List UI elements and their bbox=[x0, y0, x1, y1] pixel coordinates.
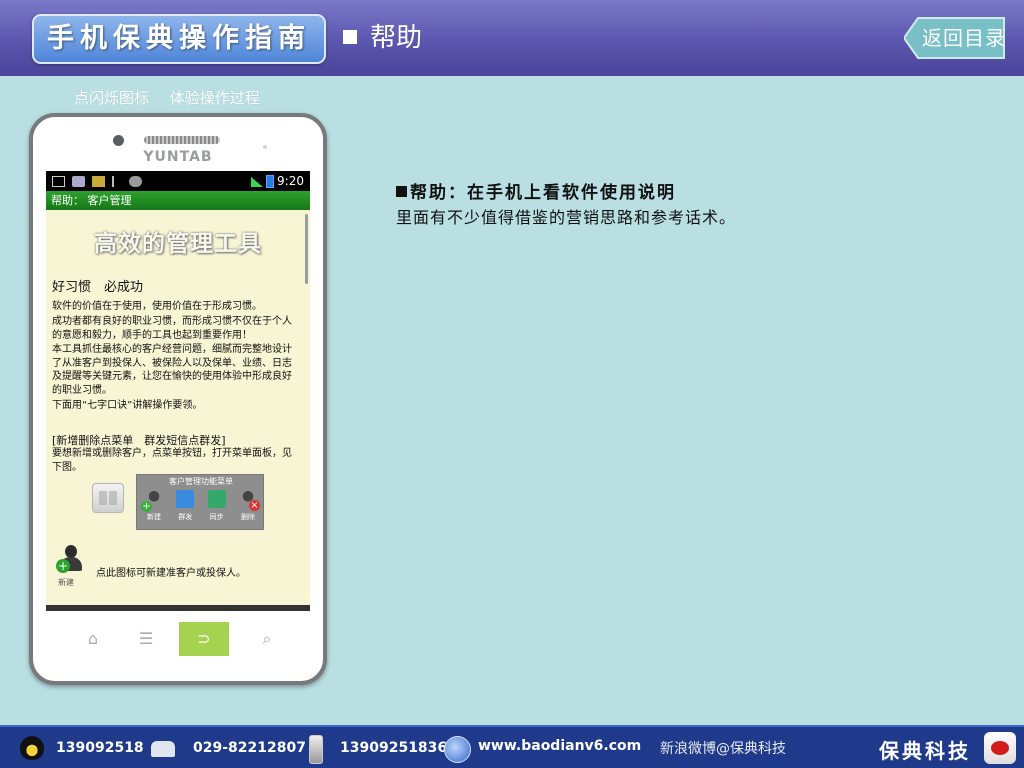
brand-name: 保典科技 bbox=[879, 739, 971, 763]
mobile-number: 13909251836 bbox=[340, 740, 448, 756]
section-bullet-icon bbox=[343, 30, 357, 44]
title-bullet-icon bbox=[396, 186, 407, 197]
menu-item-delete[interactable]: 删除 bbox=[235, 490, 261, 522]
hint-text: 点闪烁图标 体验操作过程 bbox=[74, 88, 276, 108]
qq-icon bbox=[20, 736, 44, 760]
function-menu-panel: 客户管理功能菜单 新建 群发 同步 bbox=[136, 474, 264, 530]
sync-icon bbox=[207, 490, 226, 508]
section-title: 帮助 bbox=[370, 23, 423, 53]
status-right: 9:20 bbox=[251, 173, 304, 189]
menu-icon[interactable]: ☰ bbox=[128, 622, 164, 656]
home-icon[interactable]: ⌂ bbox=[75, 622, 111, 656]
content-title: 帮助：在手机上看软件使用说明 bbox=[396, 178, 676, 203]
content-description: 里面有不少值得借鉴的营销思路和参考话术。 bbox=[396, 208, 737, 227]
footer-bar: 139092518 029-82212807 13909251836 www.b… bbox=[0, 725, 1024, 768]
mail-icon bbox=[176, 490, 195, 508]
help-subheading: 好习惯 必成功 bbox=[52, 280, 144, 295]
help-paragraph: 成功者都有良好的职业习惯，而形成习惯不仅在于个人的意愿和毅力，顺手的工具也起到重… bbox=[52, 316, 292, 341]
android-icon bbox=[129, 175, 142, 187]
back-icon[interactable]: ⊃ bbox=[179, 622, 229, 656]
help-section-text: 要想新增或删除客户，点菜单按钮，打开菜单面板，见下图。 bbox=[52, 448, 292, 473]
weibo-handle[interactable]: 新浪微博@保典科技 bbox=[660, 739, 786, 759]
help-big-title: 高效的管理工具 bbox=[94, 231, 262, 257]
mobile-phone-icon bbox=[309, 735, 323, 764]
speaker-grille bbox=[144, 136, 220, 144]
content-title-text: 帮助：在手机上看软件使用说明 bbox=[410, 183, 676, 203]
menu-item-new[interactable]: 新建 bbox=[141, 490, 167, 522]
back-to-contents-button[interactable]: 返回目录 bbox=[904, 16, 1006, 60]
menu-item-label: 新建 bbox=[147, 513, 161, 521]
search-icon[interactable]: ⌕ bbox=[249, 622, 285, 656]
status-time: 9:20 bbox=[277, 174, 304, 188]
website-link[interactable]: www.baodianv6.com bbox=[478, 736, 641, 756]
hint-part2: 体验操作过程 bbox=[169, 89, 260, 107]
hint-part1: 点闪烁图标 bbox=[74, 89, 150, 107]
header-bar: 手机保典操作指南 帮助 返回目录 bbox=[0, 0, 1024, 76]
telephone-number: 029-82212807 bbox=[193, 740, 306, 756]
brand-logo-icon bbox=[984, 732, 1016, 764]
status-bar: 9:20 bbox=[46, 171, 310, 191]
menu-item-mass-send[interactable]: 群发 bbox=[172, 490, 198, 522]
globe-icon bbox=[444, 736, 471, 763]
shield-icon bbox=[72, 175, 85, 187]
menu-item-label: 同步 bbox=[209, 513, 224, 521]
screen-bottom-bar bbox=[46, 605, 310, 611]
new-icon-label: 新建 bbox=[58, 578, 74, 587]
telephone-icon bbox=[151, 741, 175, 757]
delete-user-icon bbox=[238, 490, 260, 511]
new-icon-description: 点此图标可新建准客户或投保人。 bbox=[96, 568, 246, 579]
app-icon bbox=[92, 175, 105, 187]
help-paragraph: 下面用“七字口诀”讲解操作要领。 bbox=[52, 400, 203, 411]
phone-screen: 9:20 帮助： 客户管理 高效的管理工具 好习惯 必成功 软件的价值在于使用，… bbox=[46, 171, 310, 611]
notification-icons bbox=[52, 174, 142, 188]
help-section-heading: [新增删除点菜单 群发短信点群发] bbox=[52, 434, 226, 447]
phone-mockup: YUNTAB 9:20 帮助： 客户管理 高效的管理工具 好习惯 必成功 软件的… bbox=[29, 113, 327, 685]
menu-item-label: 群发 bbox=[178, 513, 193, 521]
camera-icon bbox=[113, 135, 124, 146]
menu-item-sync[interactable]: 同步 bbox=[204, 490, 230, 522]
phone-brand: YUNTAB bbox=[143, 149, 213, 165]
notification-icon bbox=[52, 175, 65, 187]
phone-nav-bar: ⌂ ☰ ⊃ ⌕ bbox=[33, 622, 323, 656]
help-paragraph: 本工具抓住最核心的客户经营问题，细腻而完整地设计了从准客户到投保人、被保险人以及… bbox=[52, 344, 292, 396]
new-customer-icon[interactable]: + bbox=[56, 545, 86, 581]
usb-icon bbox=[112, 175, 122, 187]
guide-logo-badge: 手机保典操作指南 bbox=[32, 14, 326, 64]
menu-item-label: 删除 bbox=[240, 513, 255, 521]
add-user-icon bbox=[141, 490, 163, 512]
screen-title-bar: 帮助： 客户管理 bbox=[46, 191, 310, 210]
help-paragraph: 软件的价值在于使用，使用价值在于形成习惯。 bbox=[52, 301, 262, 312]
function-menu-title: 客户管理功能菜单 bbox=[169, 477, 233, 486]
battery-icon bbox=[266, 175, 275, 188]
qq-number: 139092518 bbox=[56, 740, 144, 756]
menu-grid-button-icon[interactable] bbox=[92, 483, 124, 513]
help-content[interactable]: 高效的管理工具 好习惯 必成功 软件的价值在于使用，使用价值在于形成习惯。 成功… bbox=[46, 210, 310, 611]
back-button-label: 返回目录 bbox=[922, 26, 1006, 50]
signal-icon bbox=[251, 176, 264, 187]
